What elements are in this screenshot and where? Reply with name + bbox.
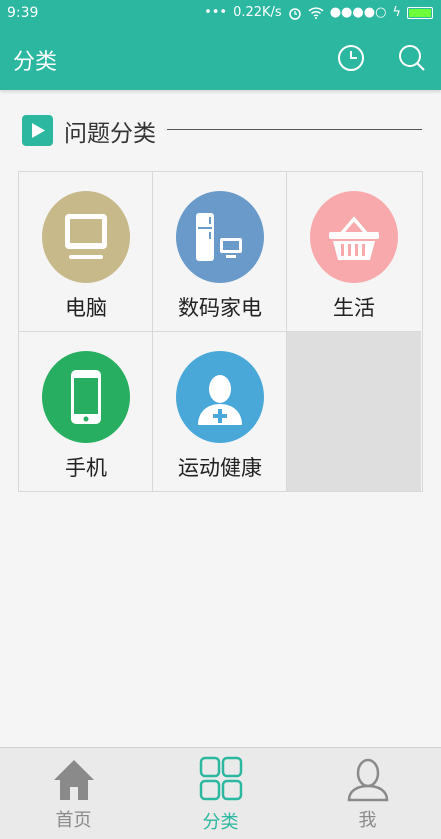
- category-grid: 电脑 数码家电 生活 手机 运动健康: [18, 171, 423, 492]
- category-phone[interactable]: 手机: [19, 332, 153, 492]
- category-label: 运动健康: [178, 456, 262, 480]
- phone-icon: [42, 351, 130, 443]
- tab-label: 首页: [55, 810, 92, 831]
- search-icon[interactable]: [397, 43, 427, 73]
- category-label: 手机: [65, 456, 107, 480]
- wifi-icon: [308, 6, 324, 19]
- health-icon: [176, 351, 264, 443]
- computer-icon: [42, 191, 130, 283]
- tab-me[interactable]: 我: [294, 748, 441, 839]
- user-icon: [347, 758, 388, 802]
- net-speed: 0.22K/s: [233, 5, 282, 20]
- tab-label: 分类: [202, 812, 239, 833]
- dots-icon: •••: [204, 5, 228, 20]
- category-computer[interactable]: 电脑: [19, 172, 153, 332]
- category-label: 数码家电: [178, 296, 262, 320]
- category-label: 电脑: [65, 296, 107, 320]
- page-title: 分类: [13, 50, 58, 75]
- status-time: 9:39: [7, 5, 39, 21]
- alarm-icon: [288, 7, 301, 20]
- empty-cell: [287, 332, 421, 492]
- section-divider: [167, 129, 422, 130]
- tab-category[interactable]: 分类: [147, 748, 294, 839]
- grid-icon: [199, 756, 242, 801]
- charging-icon: ϟ: [392, 5, 401, 20]
- home-icon: [53, 760, 94, 800]
- tab-home[interactable]: 首页: [0, 748, 147, 839]
- category-label: 生活: [333, 296, 375, 320]
- bottom-tab-bar: 首页 分类 我: [0, 747, 441, 839]
- category-appliance[interactable]: 数码家电: [153, 172, 287, 332]
- appliance-icon: [176, 191, 264, 283]
- app-bar: 分类: [0, 28, 441, 90]
- battery-icon: [407, 6, 433, 19]
- signal-icon: ●●●●○: [329, 5, 387, 20]
- tab-label: 我: [358, 810, 377, 831]
- category-life[interactable]: 生活: [287, 172, 421, 332]
- category-health[interactable]: 运动健康: [153, 332, 287, 492]
- basket-icon: [310, 191, 398, 283]
- section-title: 问题分类: [64, 121, 156, 147]
- status-indicators: ••• 0.22K/s ●●●●○ ϟ: [204, 5, 433, 20]
- section-header: 问题分类: [22, 112, 422, 148]
- history-icon[interactable]: [336, 43, 366, 73]
- play-icon: [22, 115, 53, 146]
- status-bar: 9:39 ••• 0.22K/s ●●●●○ ϟ: [0, 0, 441, 28]
